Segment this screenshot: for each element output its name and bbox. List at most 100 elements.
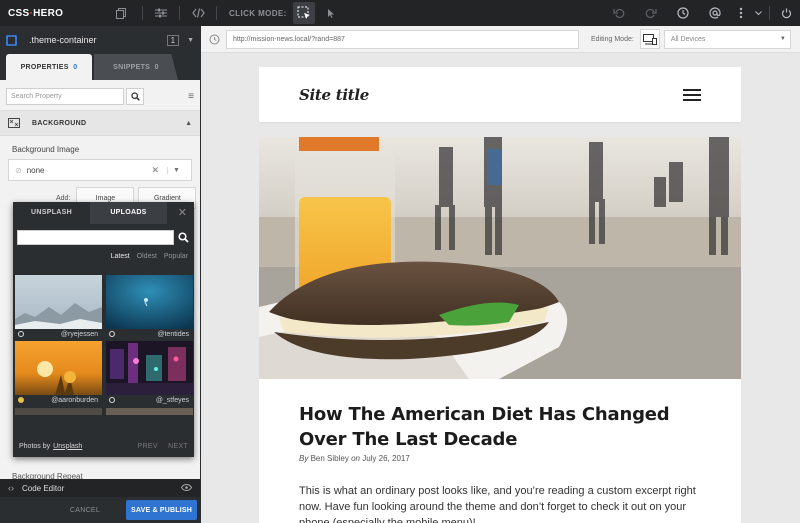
section-title: BACKGROUND	[32, 119, 87, 127]
tab-properties[interactable]: PROPERTIES 0	[6, 54, 92, 80]
top-toolbar: CSS·HERO CLICK MODE:	[0, 0, 800, 26]
photo-thumbnail[interactable]	[106, 407, 193, 415]
redo-icon[interactable]	[635, 0, 667, 26]
chevron-down-icon[interactable]	[751, 0, 765, 26]
copy-icon[interactable]	[106, 0, 136, 26]
code-editor-label: Code Editor	[22, 483, 65, 493]
select-radio[interactable]	[109, 397, 115, 403]
filter-latest[interactable]: Latest	[111, 253, 130, 260]
image-picker-popup: UNSPLASH UPLOADS ✕ Latest Oldest Popular…	[13, 202, 194, 457]
prev-button[interactable]: PREV	[138, 443, 158, 450]
add-label: Add:	[56, 194, 71, 202]
popup-tabs: UNSPLASH UPLOADS ✕	[13, 202, 194, 224]
url-bar: http://mission-news.local/?rand=887 Edit…	[201, 26, 800, 53]
post-date[interactable]: July 26, 2017	[362, 454, 410, 463]
photo-thumbnail[interactable]	[15, 275, 102, 329]
popup-search-row	[13, 224, 194, 245]
site-title[interactable]: Site title	[299, 86, 369, 104]
history-icon[interactable]	[667, 0, 699, 26]
property-search-input[interactable]: Search Property	[6, 87, 124, 105]
section-background-header[interactable]: BACKGROUND ▲	[0, 110, 200, 136]
save-publish-button[interactable]: SAVE & PUBLISH	[126, 500, 197, 520]
hamburger-menu-icon[interactable]	[683, 86, 701, 104]
featured-image[interactable]	[259, 137, 741, 379]
code-editor-bar[interactable]: ‹› Code Editor	[0, 479, 200, 497]
filter-popular[interactable]: Popular	[164, 253, 188, 260]
tab-unsplash[interactable]: UNSPLASH	[13, 202, 90, 224]
clear-icon[interactable]: ✕	[151, 165, 159, 176]
at-sign-icon[interactable]	[699, 0, 731, 26]
clock-icon	[209, 34, 220, 44]
app-logo: CSS·HERO	[8, 7, 64, 19]
photos-by-text: Photos by	[19, 442, 51, 450]
divider	[179, 6, 180, 20]
site-header: Site title	[259, 67, 741, 122]
chevron-down-icon: ▼	[779, 36, 786, 42]
background-section-icon	[8, 118, 20, 128]
search-button[interactable]	[126, 87, 144, 105]
action-bar: CANCEL SAVE & PUBLISH	[0, 497, 200, 523]
editing-mode-label: Editing Mode:	[591, 35, 634, 43]
link-icon: ⊘	[15, 165, 22, 175]
tab-snippets[interactable]: SNIPPETS 0	[94, 54, 178, 80]
next-button[interactable]: NEXT	[168, 443, 188, 450]
select-radio[interactable]	[18, 331, 24, 337]
sliders-icon[interactable]	[149, 0, 173, 26]
article-card: How The American Diet Has Changed Over T…	[259, 137, 741, 523]
code-icon: ‹›	[8, 483, 14, 493]
search-icon	[130, 91, 140, 101]
photo-thumbnail[interactable]	[106, 341, 193, 395]
background-image-label: Background Image	[12, 145, 80, 154]
photo-caption: @tentides	[106, 329, 193, 339]
background-image-select[interactable]: ⊘ none ✕ ▼	[8, 159, 192, 181]
element-selector-icon	[6, 34, 17, 46]
popup-footer: Photos by Unsplash PREV NEXT	[13, 435, 194, 457]
photo-thumbnail[interactable]	[106, 275, 193, 329]
search-icon[interactable]	[178, 232, 189, 243]
post-meta: By Ben Sibley on July 26, 2017	[299, 454, 410, 463]
device-select[interactable]: All Devices ▼	[663, 29, 791, 49]
undo-icon[interactable]	[603, 0, 635, 26]
pagination: PREV NEXT	[130, 443, 188, 450]
photo-thumbnail[interactable]	[15, 407, 102, 415]
cancel-button[interactable]: CANCEL	[50, 500, 120, 520]
filter-oldest[interactable]: Oldest	[137, 253, 157, 260]
sort-filters: Latest Oldest Popular	[13, 245, 194, 260]
chevron-down-icon[interactable]: ▼	[167, 166, 185, 174]
tab-uploads[interactable]: UPLOADS	[90, 202, 167, 224]
photo-caption: @ryejessen	[15, 329, 102, 339]
photo-caption: @aaronburden	[15, 395, 102, 405]
photo-search-input[interactable]	[17, 230, 174, 245]
post-title[interactable]: How The American Diet Has Changed Over T…	[299, 402, 699, 452]
panel-tabs: PROPERTIES 0 SNIPPETS 0	[0, 54, 200, 80]
select-radio[interactable]	[18, 397, 24, 403]
click-mode-label: CLICK MODE:	[229, 8, 287, 18]
selector-text: .theme-container	[29, 35, 97, 45]
close-icon[interactable]: ✕	[178, 206, 187, 219]
chevron-up-icon[interactable]: ▲	[185, 120, 192, 127]
menu-icon[interactable]: ≡	[188, 91, 194, 102]
url-input[interactable]: http://mission-news.local/?rand=887	[226, 29, 579, 49]
post-author[interactable]: Ben Sibley	[311, 454, 349, 463]
divider	[142, 6, 143, 20]
more-options-icon[interactable]	[731, 0, 751, 26]
select-element-mode-button[interactable]	[292, 2, 315, 24]
photo-thumbnail[interactable]	[15, 341, 102, 395]
selector-row[interactable]: .theme-container 1 ▼	[0, 26, 200, 54]
property-search-row: Search Property ≡	[0, 84, 200, 108]
site-preview: Site title How The American Diet Has Cha…	[201, 53, 800, 523]
devices-icon[interactable]	[639, 29, 660, 49]
power-icon[interactable]	[776, 0, 796, 26]
select-radio[interactable]	[109, 331, 115, 337]
cursor-mode-icon[interactable]	[319, 0, 343, 26]
chevron-down-icon[interactable]: ▼	[187, 37, 194, 44]
unsplash-link[interactable]: Unsplash	[53, 443, 82, 450]
photo-caption: @_stfeyes	[106, 395, 193, 405]
eye-icon[interactable]	[180, 483, 193, 493]
code-icon[interactable]	[186, 0, 210, 26]
selector-count: 1	[166, 34, 180, 46]
divider	[216, 6, 217, 20]
divider	[769, 6, 770, 20]
post-excerpt: This is what an ordinary post looks like…	[299, 485, 696, 523]
background-image-value: none	[26, 165, 45, 175]
